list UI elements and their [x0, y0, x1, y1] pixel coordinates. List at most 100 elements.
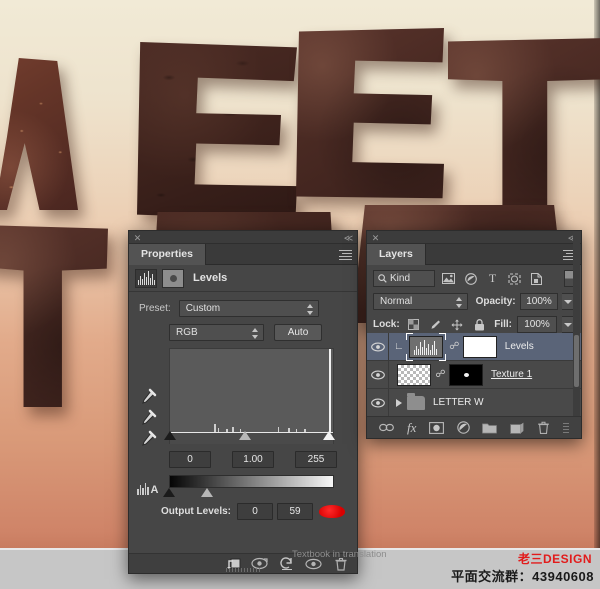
auto-button[interactable]: Auto: [274, 324, 322, 341]
gray-point-eyedropper-icon[interactable]: [137, 409, 157, 430]
letter-e-2: [296, 28, 446, 203]
channel-row: RGB Auto: [169, 324, 347, 341]
shape-layer-filter-icon[interactable]: [506, 270, 523, 287]
chevron-updown-icon: [455, 297, 463, 308]
scrollbar-thumb[interactable]: [574, 335, 579, 387]
add-layer-mask-icon[interactable]: [429, 421, 445, 434]
output-levels-ramp[interactable]: [169, 475, 334, 488]
output-highlight-handle[interactable]: [201, 488, 213, 497]
layer-name[interactable]: Texture 1: [491, 369, 532, 380]
input-highlight-field[interactable]: 255: [295, 451, 337, 468]
properties-tabrow: Properties: [129, 244, 357, 265]
close-icon[interactable]: ✕: [370, 233, 381, 243]
lock-all-icon[interactable]: [471, 316, 488, 333]
output-levels-slider[interactable]: [163, 488, 334, 499]
histogram-plot: [169, 348, 334, 433]
properties-titlebar: ✕ ≪: [129, 231, 357, 244]
levels-histogram-icon: [135, 268, 157, 288]
histogram-spike: [329, 349, 331, 433]
preset-select[interactable]: Custom: [178, 300, 319, 317]
layer-mask-thumbnail[interactable]: [449, 363, 483, 386]
input-highlight-handle[interactable]: [323, 431, 335, 440]
resize-grip[interactable]: [226, 568, 260, 572]
input-levels-slider[interactable]: [164, 431, 335, 444]
layer-style-fx-icon[interactable]: fx: [407, 420, 416, 436]
eye-icon[interactable]: [367, 388, 389, 417]
panel-menu-icon[interactable]: [339, 250, 352, 260]
output-shadow-field[interactable]: 0: [237, 503, 274, 520]
channel-select[interactable]: RGB: [169, 324, 264, 341]
fill-value[interactable]: 100%: [517, 316, 557, 333]
lock-fill-row: Lock: Fill: 100%: [373, 316, 575, 333]
filter-kind-label: Kind: [390, 273, 411, 284]
chevron-updown-icon: [252, 328, 259, 339]
input-shadow-handle[interactable]: [164, 431, 176, 440]
thumbnail-selection-border: [405, 332, 446, 361]
tab-properties[interactable]: Properties: [129, 244, 206, 265]
lock-label: Lock:: [373, 319, 400, 330]
close-icon[interactable]: ✕: [132, 233, 143, 243]
layers-panel[interactable]: ✕ ≪ Layers Kind: [366, 230, 582, 439]
watermark-translation: Textbook in translation: [292, 549, 387, 560]
white-point-eyedropper-icon[interactable]: [137, 430, 157, 451]
properties-body: Preset: Custom RGB Auto A 0 1.00 255 Out…: [129, 292, 357, 520]
watermark-logo: 老三DESIGN: [517, 552, 592, 566]
layers-scrollbar[interactable]: [573, 231, 580, 417]
new-adjustment-layer-icon[interactable]: [457, 421, 470, 434]
fill-label: Fill:: [494, 319, 512, 330]
eye-icon[interactable]: [367, 332, 389, 361]
input-midtone-field[interactable]: 1.00: [232, 451, 274, 468]
lock-position-icon[interactable]: [449, 316, 466, 333]
tab-layers[interactable]: Layers: [367, 244, 426, 265]
smart-object-filter-icon[interactable]: [528, 270, 545, 287]
link-layers-icon[interactable]: [379, 423, 395, 432]
filter-kind-select[interactable]: Kind: [373, 270, 435, 287]
new-layer-icon[interactable]: [510, 422, 524, 434]
output-shadow-handle[interactable]: [163, 488, 175, 497]
type-layer-filter-icon[interactable]: T: [484, 270, 501, 287]
blend-mode-select[interactable]: Normal: [373, 293, 468, 310]
eye-icon[interactable]: [367, 360, 389, 389]
lock-transparent-pixels-icon[interactable]: [405, 316, 422, 333]
layer-list: ∟ ☍ Levels ☍ Texture 1 LETTER W: [367, 231, 581, 417]
table-row[interactable]: ☍ Texture 1: [367, 360, 581, 389]
output-highlight-field[interactable]: 59: [277, 503, 314, 520]
panel-resize-grip[interactable]: [562, 422, 569, 433]
pixel-layer-filter-icon[interactable]: [440, 270, 457, 287]
layer-thumbnail[interactable]: [397, 363, 431, 386]
input-shadow-field[interactable]: 0: [169, 451, 211, 468]
letter-w: [0, 58, 100, 213]
page-title: Levels: [193, 272, 228, 284]
preset-value: Custom: [185, 303, 221, 314]
group-disclosure-icon[interactable]: [396, 398, 402, 407]
cursor-marker-icon: [319, 505, 346, 518]
lock-image-pixels-icon[interactable]: [427, 316, 444, 333]
adjustment-layer-filter-icon[interactable]: [462, 270, 479, 287]
input-levels-row: 0 1.00 255: [169, 451, 347, 468]
clipping-mask-icon: ∟: [394, 341, 404, 352]
new-group-icon[interactable]: [482, 422, 498, 434]
eyedropper-tools: [137, 388, 159, 451]
opacity-value[interactable]: 100%: [519, 293, 559, 310]
table-row[interactable]: ∟ ☍ Levels: [367, 332, 581, 361]
layers-tabrow: Layers: [367, 244, 581, 265]
table-row[interactable]: LETTER W: [367, 388, 581, 417]
layers-titlebar: ✕ ≪: [367, 231, 581, 244]
black-point-eyedropper-icon[interactable]: [137, 388, 157, 409]
layers-controls: Kind T Normal Opacity: 100% Lock: Fill: …: [367, 265, 581, 333]
layer-name[interactable]: Levels: [505, 341, 534, 352]
auto-options-icon[interactable]: A: [137, 480, 163, 496]
link-icon[interactable]: ☍: [449, 341, 460, 352]
delete-layer-icon[interactable]: [537, 421, 550, 434]
letter-e-1: [137, 42, 297, 222]
layer-mask-icon: [162, 268, 184, 288]
collapse-left-icon[interactable]: ≪: [343, 233, 354, 243]
layer-name[interactable]: LETTER W: [433, 397, 484, 408]
photoshop-screenshot: ✕ ≪ Properties Levels Preset: Custom RGB…: [0, 0, 600, 589]
input-midtone-handle[interactable]: [239, 431, 251, 440]
link-icon[interactable]: ☍: [435, 369, 446, 380]
levels-histogram[interactable]: [164, 348, 347, 444]
folder-icon: [407, 392, 425, 410]
layer-mask-thumbnail[interactable]: [462, 335, 497, 358]
properties-panel[interactable]: ✕ ≪ Properties Levels Preset: Custom RGB…: [128, 230, 358, 574]
